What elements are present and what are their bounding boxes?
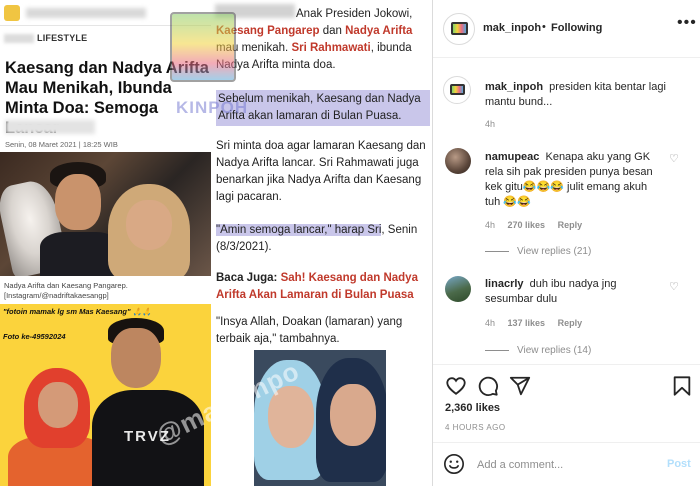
more-icon[interactable]: •••: [677, 14, 697, 32]
watermark-tv-logo: [170, 12, 236, 82]
reply-button[interactable]: Reply: [558, 220, 583, 230]
following-button[interactable]: Following: [551, 22, 602, 34]
comment-text: linacrly duh ibu nadya jng sesumbar dulu: [485, 277, 665, 307]
woman2-face: [330, 384, 376, 446]
view-replies-button[interactable]: View replies (14): [485, 345, 591, 356]
instagram-post-panel: mak_inpoh • Following ••• mak_inpoh pres…: [432, 0, 700, 486]
comment-meta: 4h 270 likes Reply: [485, 220, 592, 230]
post-image-collage: LIFESTYLE Kaesang dan Nadya Arifta Mau M…: [0, 0, 432, 486]
photo-overlay-text: "fotoin mamak lg sm Mas Kaesang" 🙏🙏: [3, 307, 152, 316]
photo-caption: Nadya Arifta dan Kaesang Pangarep. [Inst…: [4, 281, 128, 300]
comment-time: 4h: [485, 220, 496, 230]
article-paragraph-1: Anak Presiden Jokowi, Kaesang Pangarep d…: [216, 8, 413, 71]
comment-like-icon[interactable]: ♡: [669, 280, 679, 293]
post-button[interactable]: Post: [667, 458, 691, 470]
caption-username[interactable]: mak_inpoh: [485, 81, 543, 93]
section-tag: LIFESTYLE: [4, 33, 87, 44]
post-caption: mak_inpoh presiden kita bentar lagi mant…: [485, 80, 685, 110]
photo-overlay-count: Foto ke-49592024: [3, 332, 66, 341]
comment-likes[interactable]: 270 likes: [508, 220, 546, 230]
heart-icon[interactable]: [445, 375, 467, 397]
comment-input[interactable]: [477, 456, 657, 474]
likes-count[interactable]: 2,360 likes: [445, 402, 500, 414]
comment-like-icon[interactable]: ♡: [669, 152, 679, 165]
article-paragraph-3: Sri minta doa agar lamaran Kaesang dan N…: [216, 140, 426, 203]
action-bar: [433, 364, 700, 404]
caption-time: 4h: [485, 119, 496, 129]
commenter-avatar[interactable]: [445, 148, 471, 174]
tv-logo-icon: [451, 22, 468, 35]
caption-avatar[interactable]: [443, 76, 471, 104]
comment-username[interactable]: linacrly: [485, 278, 524, 290]
tv-logo-icon: [450, 84, 465, 95]
mother-son-photo: "fotoin mamak lg sm Mas Kaesang" 🙏🙏 Foto…: [0, 304, 211, 486]
bookmark-icon[interactable]: [671, 375, 693, 397]
comment-meta: 4h 137 likes Reply: [485, 318, 592, 328]
blurred-author: [5, 120, 95, 134]
son-face: [111, 328, 161, 388]
blurred-site-name: [26, 8, 146, 18]
couple-photo: [0, 152, 211, 276]
article-paragraph-4: "Amin semoga lancar," harap Sri, Senin (…: [216, 224, 418, 253]
profile-avatar[interactable]: [443, 13, 475, 45]
post-timestamp: 4 HOURS AGO: [445, 423, 506, 432]
comment-time: 4h: [485, 318, 496, 328]
article-paragraph-6: "Insya Allah, Doakan (lamaran) yang terb…: [216, 316, 403, 345]
comment-icon[interactable]: [477, 375, 499, 397]
commenter-avatar[interactable]: [445, 276, 471, 302]
emoji-icon[interactable]: [443, 453, 465, 475]
comment-text: namupeac Kenapa aku yang GK rela sih pak…: [485, 150, 665, 210]
man-face: [55, 174, 101, 230]
woman-face: [126, 200, 172, 250]
reply-button[interactable]: Reply: [558, 318, 583, 328]
post-header: mak_inpoh • Following •••: [433, 0, 700, 58]
blurred-logo: [4, 5, 20, 21]
username-link[interactable]: mak_inpoh: [483, 22, 541, 34]
share-icon[interactable]: [509, 375, 531, 397]
add-comment-bar: Post: [433, 442, 700, 486]
read-also-link: Baca Juga: Sah! Kaesang dan Nadya Arifta…: [216, 272, 418, 301]
watermark-text: KINPOH: [176, 98, 249, 117]
mother-face: [38, 382, 78, 428]
comment-username[interactable]: namupeac: [485, 151, 539, 163]
separator-dot: •: [542, 21, 546, 33]
view-replies-button[interactable]: View replies (21): [485, 246, 591, 257]
comment-likes[interactable]: 137 likes: [508, 318, 546, 328]
article-date: Senin, 08 Maret 2021 | 18:25 WIB: [5, 140, 118, 149]
